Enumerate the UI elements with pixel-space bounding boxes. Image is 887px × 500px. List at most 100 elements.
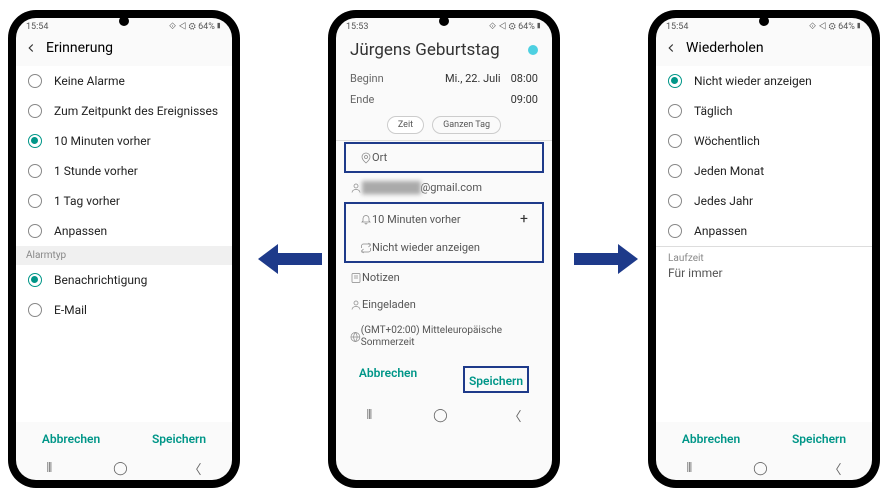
calendar-color-dot[interactable] [528,45,538,55]
camera-cutout [119,16,129,26]
user-icon [350,182,362,194]
highlight-reminder-repeat: 10 Minuten vorher + Nicht wieder anzeige… [344,202,544,263]
status-time: 15:53 [346,22,368,32]
notes-row[interactable]: Notizen [336,264,552,291]
arrow-right-icon [574,244,638,274]
nav-recents-icon[interactable]: ⦀ [46,461,52,476]
add-reminder-icon[interactable]: + [520,211,528,227]
radio-icon [668,104,682,118]
back-icon[interactable] [24,41,38,55]
repeat-options-list: Nicht wieder anzeigen Täglich Wöchentlic… [656,66,872,422]
footer-actions: Abbrechen Speichern [336,356,552,403]
nav-back-icon[interactable]: 〈 [509,406,522,425]
android-navbar: ⦀ ◯ 〈 [656,456,872,480]
option-label: Wöchentlich [694,134,760,148]
repeat-icon [360,242,372,254]
time-allday-toggle: Zeit Ganzen Tag [336,110,552,140]
time-pill[interactable]: Zeit [387,116,424,134]
camera-cutout [439,16,449,26]
event-title-row[interactable]: Jürgens Geburtstag [336,34,552,68]
account-row[interactable]: ████████@gmail.com [336,174,552,201]
location-pin-icon [360,152,372,164]
nav-home-icon[interactable]: ◯ [433,408,448,423]
footer-actions: Abbrechen Speichern [656,422,872,456]
option-10min[interactable]: 10 Minuten vorher [16,126,232,156]
end-label: Ende [350,93,501,106]
invited-row[interactable]: Eingeladen [336,291,552,318]
radio-icon [668,224,682,238]
end-time: 09:00 [511,93,538,106]
option-label: Jeden Monat [694,164,764,178]
location-row[interactable]: Ort [346,144,542,171]
back-icon[interactable] [664,41,678,55]
radio-icon [668,194,682,208]
nav-recents-icon[interactable]: ⦀ [686,461,692,476]
reminder-options-list: Keine Alarme Zum Zeitpunkt des Ereigniss… [16,66,232,422]
nav-back-icon[interactable]: 〈 [189,459,202,478]
option-custom[interactable]: Anpassen [656,216,872,246]
screen-header: Erinnerung [16,34,232,66]
option-label: E-Mail [54,303,87,317]
option-at-time[interactable]: Zum Zeitpunkt des Ereignisses [16,96,232,126]
status-indicators: ⟐ ◁ ⚙ 64%▮ [809,22,862,32]
globe-icon [350,331,361,343]
radio-icon-selected [668,74,682,88]
screen-erinnerung: 15:54 ⟐ ◁ ⚙ 64%▮ Erinnerung Keine Alarme… [16,18,232,480]
end-row[interactable]: Ende 09:00 [336,89,552,110]
repeat-row[interactable]: Nicht wieder anzeigen [346,234,542,261]
allday-pill[interactable]: Ganzen Tag [432,116,501,134]
runtime-value: Für immer [668,266,860,280]
runtime-row[interactable]: Laufzeit Für immer [656,247,872,286]
nav-back-icon[interactable]: 〈 [829,459,842,478]
option-no-alarm[interactable]: Keine Alarme [16,66,232,96]
begin-row[interactable]: Beginn Mi., 22. Juli 08:00 [336,68,552,89]
phone-frame-1: 15:54 ⟐ ◁ ⚙ 64%▮ Erinnerung Keine Alarme… [8,10,240,488]
status-indicators: ⟐ ◁ ⚙ 64%▮ [169,22,222,32]
alarm-type-notification[interactable]: Benachrichtigung [16,265,232,295]
radio-icon-selected [28,273,42,287]
option-label: Anpassen [54,224,107,238]
reminder-row[interactable]: 10 Minuten vorher + [346,204,542,234]
radio-icon [668,164,682,178]
notes-label: Notizen [362,271,400,284]
nav-home-icon[interactable]: ◯ [753,461,768,476]
option-label: Keine Alarme [54,74,125,88]
nav-home-icon[interactable]: ◯ [113,461,128,476]
option-custom[interactable]: Anpassen [16,216,232,246]
option-monthly[interactable]: Jeden Monat [656,156,872,186]
notes-icon [350,272,362,284]
timezone-row[interactable]: (GMT+02:00) Mitteleuropäische Sommerzeit [336,318,552,356]
option-label: Benachrichtigung [54,273,147,287]
cancel-button[interactable]: Abbrechen [42,432,100,446]
screen-header: Wiederholen [656,34,872,66]
phone-frame-2: 15:53 ⟐ ◁ ⚙ 64%▮ Jürgens Geburtstag Begi… [328,10,560,488]
option-label: 10 Minuten vorher [54,134,151,148]
cancel-button[interactable]: Abbrechen [359,366,417,393]
page-title: Erinnerung [46,40,113,56]
nav-recents-icon[interactable]: ⦀ [366,408,372,423]
radio-icon [668,134,682,148]
option-1day[interactable]: 1 Tag vorher [16,186,232,216]
option-weekly[interactable]: Wöchentlich [656,126,872,156]
option-label: Zum Zeitpunkt des Ereignisses [54,104,218,118]
option-never[interactable]: Nicht wieder anzeigen [656,66,872,96]
alarm-type-email[interactable]: E-Mail [16,295,232,325]
radio-icon [28,224,42,238]
option-daily[interactable]: Täglich [656,96,872,126]
option-yearly[interactable]: Jedes Jahr [656,186,872,216]
status-time: 15:54 [666,22,688,32]
page-title: Wiederholen [686,40,764,56]
footer-actions: Abbrechen Speichern [16,422,232,456]
save-button[interactable]: Speichern [469,374,523,388]
radio-icon [28,104,42,118]
alarm-type-header: Alarmtyp [16,246,232,265]
cancel-button[interactable]: Abbrechen [682,432,740,446]
account-suffix: @gmail.com [420,181,482,194]
option-label: Anpassen [694,224,747,238]
android-navbar: ⦀ ◯ 〈 [16,456,232,480]
divider [336,140,552,141]
save-button[interactable]: Speichern [152,432,206,446]
option-label: Nicht wieder anzeigen [694,74,812,88]
option-1hour[interactable]: 1 Stunde vorher [16,156,232,186]
save-button[interactable]: Speichern [792,432,846,446]
